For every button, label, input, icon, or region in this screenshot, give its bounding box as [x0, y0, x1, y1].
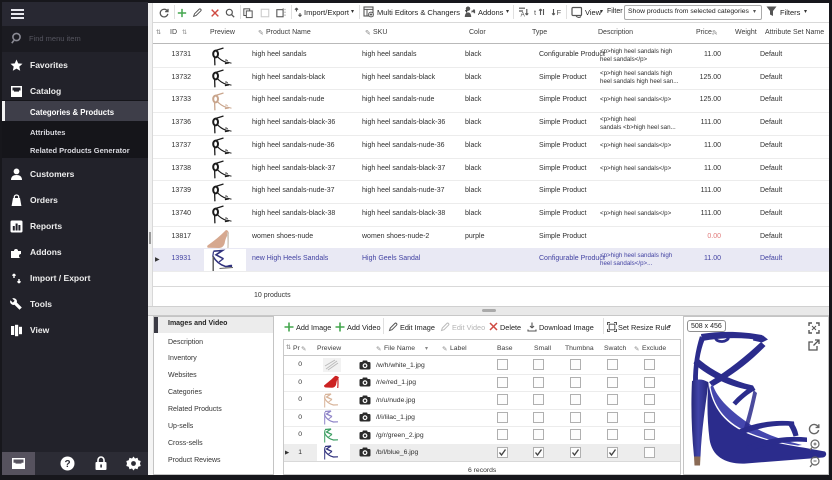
svg-text:?: ?: [64, 459, 70, 470]
svg-text:t: t: [534, 8, 537, 17]
svg-text:A: A: [521, 12, 526, 19]
svg-text:F: F: [557, 8, 562, 17]
